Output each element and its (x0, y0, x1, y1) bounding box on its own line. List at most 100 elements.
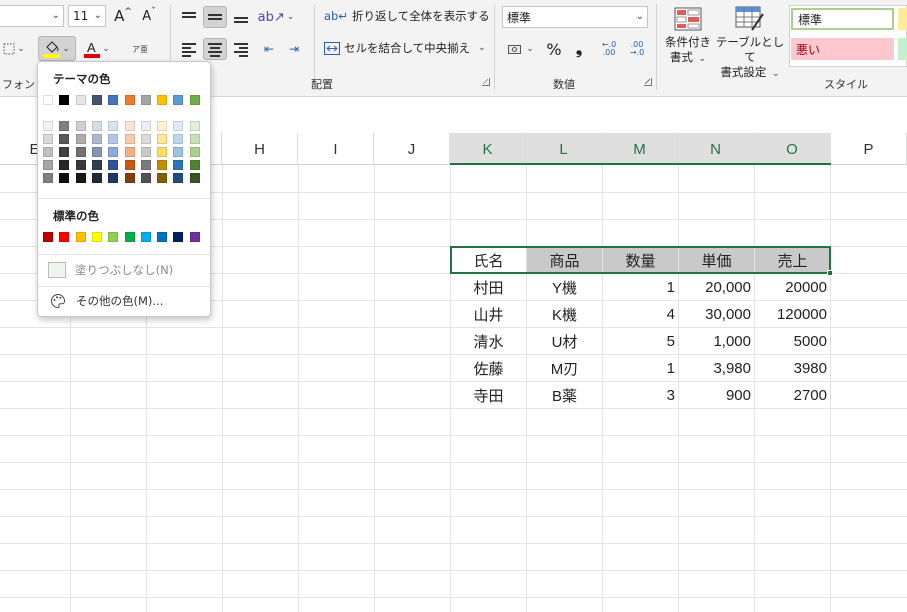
fill-color-button[interactable]: ⌄ (38, 36, 76, 61)
font-name-combo[interactable]: ⌄ (0, 5, 64, 27)
theme-shade-swatch[interactable] (124, 173, 135, 183)
theme-color-swatch[interactable] (189, 95, 200, 105)
format-as-table-button[interactable]: テーブルとして 書式設定 ⌄ (714, 35, 786, 82)
decrease-font-size-button[interactable]: Aˇ (138, 5, 160, 27)
theme-color-swatch[interactable] (157, 95, 168, 105)
theme-shade-swatch[interactable] (91, 173, 102, 183)
theme-shade-swatch[interactable] (140, 121, 151, 131)
table-header-cell[interactable]: 売上 (755, 247, 830, 274)
theme-shade-swatch[interactable] (140, 173, 151, 183)
table-cell[interactable]: B薬 (527, 382, 602, 409)
table-cell[interactable]: 3 (603, 382, 678, 409)
comma-style-button[interactable]: ❟ (568, 38, 590, 60)
table-cell[interactable]: 2700 (755, 382, 830, 409)
standard-color-swatch[interactable] (124, 232, 135, 242)
borders-button[interactable]: ⌄ (0, 38, 28, 60)
theme-shade-swatch[interactable] (173, 134, 184, 144)
standard-color-swatch[interactable] (108, 232, 119, 242)
table-header-cell[interactable]: 数量 (603, 247, 678, 274)
theme-color-swatch[interactable] (59, 95, 70, 105)
table-cell[interactable]: 4 (603, 301, 678, 328)
increase-decimal-button[interactable]: ←.0 .00 (597, 38, 621, 60)
standard-color-swatch[interactable] (91, 232, 102, 242)
table-cell[interactable]: 清水 (451, 328, 526, 355)
table-cell[interactable]: 20,000 (679, 274, 754, 301)
fill-handle[interactable] (827, 270, 833, 276)
theme-shade-swatch[interactable] (140, 134, 151, 144)
standard-color-swatch[interactable] (157, 232, 168, 242)
align-right-button[interactable] (230, 38, 252, 60)
theme-shade-swatch[interactable] (43, 147, 53, 157)
table-cell[interactable]: 1 (603, 355, 678, 382)
theme-shade-swatch[interactable] (59, 147, 70, 157)
theme-shade-swatch[interactable] (91, 160, 102, 170)
table-cell[interactable]: M刃 (527, 355, 602, 382)
standard-color-swatch[interactable] (43, 232, 53, 242)
theme-shade-swatch[interactable] (108, 160, 119, 170)
increase-font-size-button[interactable]: A ^ (112, 5, 134, 27)
theme-shade-swatch[interactable] (173, 147, 184, 157)
table-cell[interactable]: 20000 (755, 274, 830, 301)
theme-shade-swatch[interactable] (59, 160, 70, 170)
column-header-o[interactable]: O (754, 133, 831, 165)
theme-shade-swatch[interactable] (43, 173, 53, 183)
theme-shade-swatch[interactable] (124, 121, 135, 131)
theme-shade-swatch[interactable] (189, 147, 200, 157)
table-cell[interactable]: Y機 (527, 274, 602, 301)
theme-shade-swatch[interactable] (173, 160, 184, 170)
table-header-cell[interactable]: 商品 (527, 247, 602, 274)
theme-shade-swatch[interactable] (91, 134, 102, 144)
font-color-button[interactable]: A ⌄ (80, 36, 114, 61)
theme-shade-swatch[interactable] (189, 160, 200, 170)
decrease-decimal-button[interactable]: .00 →.0 (625, 38, 649, 60)
theme-shade-swatch[interactable] (43, 121, 53, 131)
theme-color-swatch[interactable] (43, 95, 53, 105)
standard-color-swatch[interactable] (59, 232, 70, 242)
no-fill-item[interactable]: 塗りつぶしなし(N) (48, 259, 200, 281)
align-left-button[interactable] (178, 38, 200, 60)
table-cell[interactable]: 1,000 (679, 328, 754, 355)
dialog-launcher-icon[interactable] (644, 78, 652, 86)
font-size-combo[interactable]: 11 ⌄ (68, 5, 106, 27)
table-cell[interactable]: 30,000 (679, 301, 754, 328)
theme-shade-swatch[interactable] (75, 160, 86, 170)
theme-shade-swatch[interactable] (91, 121, 102, 131)
theme-shade-swatch[interactable] (75, 173, 86, 183)
table-cell[interactable]: 佐藤 (451, 355, 526, 382)
style-neutral-partial[interactable] (898, 8, 907, 30)
theme-color-swatch[interactable] (75, 95, 86, 105)
theme-shade-swatch[interactable] (43, 160, 53, 170)
decrease-indent-button[interactable]: ⇤ (258, 38, 280, 60)
table-cell[interactable]: 寺田 (451, 382, 526, 409)
theme-shade-swatch[interactable] (124, 147, 135, 157)
conditional-format-button[interactable]: 条件付き 書式 ⌄ (662, 35, 714, 67)
table-cell[interactable]: 120000 (755, 301, 830, 328)
theme-shade-swatch[interactable] (59, 134, 70, 144)
standard-color-swatch[interactable] (140, 232, 151, 242)
table-cell[interactable]: 3980 (755, 355, 830, 382)
theme-shade-swatch[interactable] (108, 121, 119, 131)
column-header-h[interactable]: H (222, 133, 298, 165)
theme-shade-swatch[interactable] (157, 134, 168, 144)
theme-shade-swatch[interactable] (189, 173, 200, 183)
standard-color-swatch[interactable] (75, 232, 86, 242)
column-header-p[interactable]: P (831, 133, 907, 165)
align-bottom-button[interactable] (230, 6, 252, 28)
phonetic-guide-button[interactable]: ア亜 (122, 38, 158, 60)
orientation-button[interactable]: ab↗ ⌄ (258, 6, 295, 28)
column-header-j[interactable]: J (374, 133, 450, 165)
column-header-i[interactable]: I (298, 133, 374, 165)
theme-shade-swatch[interactable] (124, 160, 135, 170)
theme-shade-swatch[interactable] (157, 121, 168, 131)
table-cell[interactable]: 村田 (451, 274, 526, 301)
theme-shade-swatch[interactable] (140, 160, 151, 170)
increase-indent-button[interactable]: ⇥ (283, 38, 305, 60)
style-good-partial[interactable] (898, 38, 907, 60)
column-header-n[interactable]: N (678, 133, 754, 165)
table-header-cell[interactable]: 氏名 (451, 247, 526, 274)
table-cell[interactable]: K機 (527, 301, 602, 328)
table-cell[interactable]: 山井 (451, 301, 526, 328)
theme-shade-swatch[interactable] (173, 121, 184, 131)
table-cell[interactable]: U材 (527, 328, 602, 355)
theme-shade-swatch[interactable] (108, 147, 119, 157)
